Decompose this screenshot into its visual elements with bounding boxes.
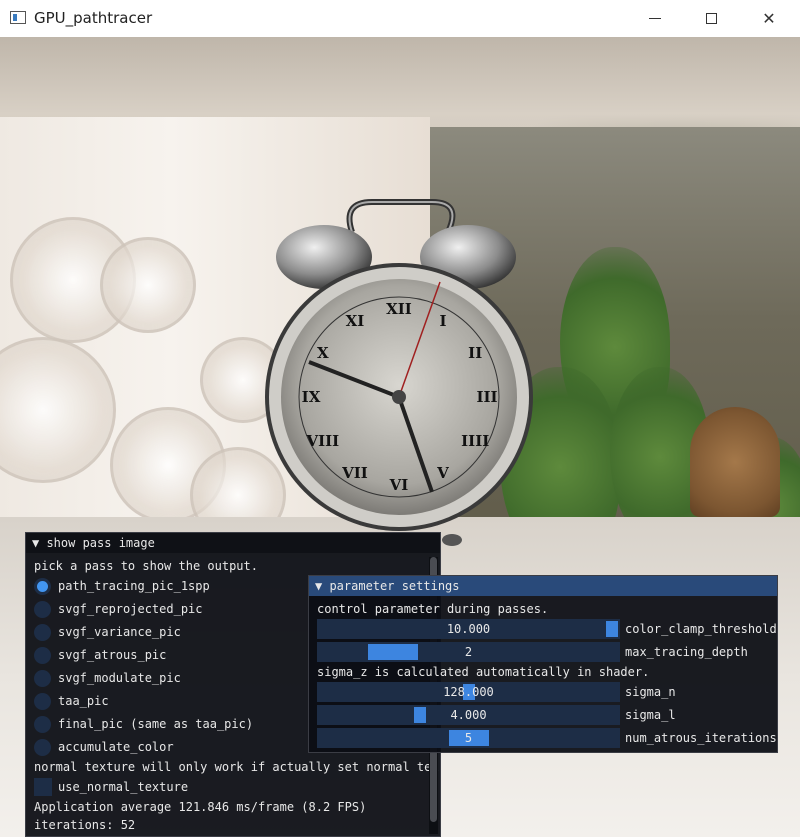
- clock-numeral: VIII: [305, 432, 339, 450]
- clock-numeral: I: [439, 312, 446, 330]
- sigma-z-note: sigma_z is calculated automatically in s…: [317, 665, 650, 679]
- clock-numeral: IIII: [461, 432, 489, 450]
- scene-rosette: [100, 237, 196, 333]
- use-normal-texture-label: use_normal_texture: [58, 780, 189, 794]
- app-icon: [10, 11, 26, 24]
- pass-radio[interactable]: [34, 670, 51, 687]
- use-normal-texture-checkbox[interactable]: [34, 778, 52, 796]
- pass-radio[interactable]: [34, 601, 51, 618]
- pass-radio[interactable]: [34, 716, 51, 733]
- pass-radio-label[interactable]: svgf_modulate_pic: [58, 671, 181, 685]
- slider-value: 128.000: [443, 685, 494, 699]
- parameter-slider[interactable]: 128.000: [317, 682, 620, 702]
- slider-label: sigma_n: [625, 685, 676, 699]
- minimize-button[interactable]: [641, 4, 669, 32]
- maximize-button[interactable]: [697, 4, 725, 32]
- close-button[interactable]: ✕: [755, 4, 783, 32]
- clock-numeral: IX: [302, 388, 321, 406]
- window-title: GPU_pathtracer: [34, 9, 153, 27]
- parameter-slider[interactable]: 5: [317, 728, 620, 748]
- close-icon: ✕: [762, 8, 776, 28]
- clock-numeral: X: [317, 344, 329, 362]
- pass-radio[interactable]: [34, 647, 51, 664]
- maximize-icon: [705, 12, 717, 24]
- slider-label: max_tracing_depth: [625, 645, 748, 659]
- show-pass-panel-title[interactable]: ▼ show pass image: [26, 533, 440, 553]
- pass-radio[interactable]: [34, 693, 51, 710]
- pass-radio[interactable]: [34, 739, 51, 756]
- pass-radio-label[interactable]: final_pic (same as taa_pic): [58, 717, 253, 731]
- slider-label: color_clamp_threshold: [625, 622, 777, 636]
- parameter-slider[interactable]: 10.000: [317, 619, 620, 639]
- clock-numeral: II: [468, 344, 482, 362]
- pass-radio-label[interactable]: svgf_variance_pic: [58, 625, 181, 639]
- parameter-slider[interactable]: 4.000: [317, 705, 620, 725]
- pass-radio-label[interactable]: path_tracing_pic_1spp: [58, 579, 210, 593]
- parameter-intro: control parameter during passes.: [317, 602, 549, 616]
- clock-numeral: XII: [386, 300, 412, 318]
- slider-label: num_atrous_iterations: [625, 731, 777, 745]
- slider-value: 4.000: [450, 708, 487, 722]
- slider-value: 5: [464, 731, 473, 745]
- pass-prompt: pick a pass to show the output.: [34, 559, 258, 573]
- iterations-readout: iterations: 52: [34, 818, 136, 832]
- parameter-slider[interactable]: 2: [317, 642, 620, 662]
- clock-numeral: XI: [346, 312, 365, 330]
- scene-chair: [690, 407, 780, 517]
- pass-radio-label[interactable]: svgf_reprojected_pic: [58, 602, 203, 616]
- parameter-settings-panel[interactable]: ▼ parameter settings control parameter d…: [308, 575, 778, 753]
- window-title-bar[interactable]: GPU_pathtracer ✕: [0, 0, 800, 37]
- clock-numeral: VI: [389, 476, 409, 494]
- clock-numeral: III: [476, 388, 497, 406]
- pass-radio-label[interactable]: accumulate_color: [58, 740, 174, 754]
- alarm-clock-model: XIIIIIIIIIIIIVVIVIIVIIIIXXXI: [265, 199, 533, 546]
- parameter-panel-title[interactable]: ▼ parameter settings: [309, 576, 777, 596]
- pass-radio[interactable]: [34, 578, 51, 595]
- minimize-icon: [649, 17, 661, 19]
- pass-radio[interactable]: [34, 624, 51, 641]
- slider-value: 10.000: [446, 622, 491, 636]
- pass-radio-label[interactable]: taa_pic: [58, 694, 109, 708]
- clock-numeral: VII: [341, 464, 368, 482]
- fps-readout: Application average 121.846 ms/frame (8.…: [34, 800, 367, 814]
- slider-label: sigma_l: [625, 708, 676, 722]
- normal-texture-note: normal texture will only work if actuall…: [34, 760, 439, 774]
- clock-numeral: V: [436, 464, 449, 482]
- pass-radio-label[interactable]: svgf_atrous_pic: [58, 648, 166, 662]
- slider-value: 2: [464, 645, 473, 659]
